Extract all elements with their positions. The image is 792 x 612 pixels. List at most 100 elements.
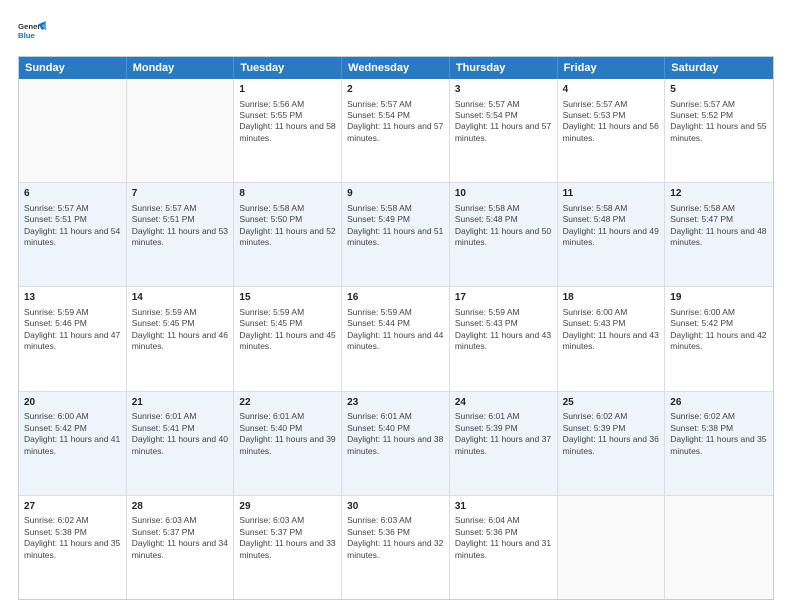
calendar-cell: 9 Sunrise: 5:58 AM Sunset: 5:49 PM Daylig… (342, 183, 450, 286)
calendar-header: SundayMondayTuesdayWednesdayThursdayFrid… (19, 57, 773, 79)
day-number: 10 (455, 187, 552, 201)
day-number: 16 (347, 291, 444, 305)
day-info: Sunrise: 6:02 AM Sunset: 5:38 PM Dayligh… (24, 515, 120, 559)
day-number: 12 (670, 187, 768, 201)
day-number: 5 (670, 83, 768, 97)
day-number: 15 (239, 291, 336, 305)
calendar-cell (19, 79, 127, 182)
day-info: Sunrise: 5:57 AM Sunset: 5:54 PM Dayligh… (455, 99, 551, 143)
day-number: 9 (347, 187, 444, 201)
calendar-cell: 4 Sunrise: 5:57 AM Sunset: 5:53 PM Daylig… (558, 79, 666, 182)
calendar-cell: 19Sunrise: 6:00 AM Sunset: 5:42 PM Dayli… (665, 287, 773, 390)
calendar-cell: 10 Sunrise: 5:58 AM Sunset: 5:48 PM Dayli… (450, 183, 558, 286)
logo: General Blue (18, 18, 46, 46)
day-info: Sunrise: 5:57 AM Sunset: 5:51 PM Dayligh… (132, 203, 228, 247)
day-info: Sunrise: 6:01 AM Sunset: 5:41 PM Dayligh… (132, 411, 228, 455)
day-number: 31 (455, 500, 552, 514)
day-number: 25 (563, 396, 660, 410)
calendar-cell: 23Sunrise: 6:01 AM Sunset: 5:40 PM Dayli… (342, 392, 450, 495)
calendar-cell: 6 Sunrise: 5:57 AM Sunset: 5:51 PM Daylig… (19, 183, 127, 286)
day-info: Sunrise: 6:00 AM Sunset: 5:43 PM Dayligh… (563, 307, 659, 351)
day-info: Sunrise: 6:00 AM Sunset: 5:42 PM Dayligh… (24, 411, 120, 455)
day-number: 30 (347, 500, 444, 514)
day-number: 22 (239, 396, 336, 410)
calendar-row: 20Sunrise: 6:00 AM Sunset: 5:42 PM Dayli… (19, 392, 773, 496)
weekday-header: Monday (127, 57, 235, 79)
day-number: 2 (347, 83, 444, 97)
calendar-cell: 21Sunrise: 6:01 AM Sunset: 5:41 PM Dayli… (127, 392, 235, 495)
day-info: Sunrise: 5:57 AM Sunset: 5:53 PM Dayligh… (563, 99, 659, 143)
day-number: 24 (455, 396, 552, 410)
day-info: Sunrise: 5:57 AM Sunset: 5:52 PM Dayligh… (670, 99, 766, 143)
day-number: 11 (563, 187, 660, 201)
calendar-body: 1Sunrise: 5:56 AM Sunset: 5:55 PM Daylig… (19, 79, 773, 599)
weekday-header: Sunday (19, 57, 127, 79)
day-number: 23 (347, 396, 444, 410)
day-number: 17 (455, 291, 552, 305)
svg-text:Blue: Blue (18, 31, 36, 40)
day-info: Sunrise: 6:01 AM Sunset: 5:40 PM Dayligh… (239, 411, 335, 455)
day-info: Sunrise: 6:00 AM Sunset: 5:42 PM Dayligh… (670, 307, 766, 351)
day-info: Sunrise: 6:02 AM Sunset: 5:39 PM Dayligh… (563, 411, 659, 455)
day-info: Sunrise: 5:59 AM Sunset: 5:45 PM Dayligh… (132, 307, 228, 351)
day-info: Sunrise: 6:04 AM Sunset: 5:36 PM Dayligh… (455, 515, 551, 559)
day-number: 13 (24, 291, 121, 305)
day-info: Sunrise: 5:59 AM Sunset: 5:43 PM Dayligh… (455, 307, 551, 351)
day-info: Sunrise: 6:03 AM Sunset: 5:36 PM Dayligh… (347, 515, 443, 559)
calendar: SundayMondayTuesdayWednesdayThursdayFrid… (18, 56, 774, 600)
calendar-cell: 18 Sunrise: 6:00 AM Sunset: 5:43 PM Dayli… (558, 287, 666, 390)
day-number: 26 (670, 396, 768, 410)
day-info: Sunrise: 6:01 AM Sunset: 5:39 PM Dayligh… (455, 411, 551, 455)
calendar-cell: 12 Sunrise: 5:58 AM Sunset: 5:47 PM Dayli… (665, 183, 773, 286)
day-info: Sunrise: 6:02 AM Sunset: 5:38 PM Dayligh… (670, 411, 766, 455)
calendar-cell (558, 496, 666, 599)
day-number: 29 (239, 500, 336, 514)
calendar-cell (127, 79, 235, 182)
day-info: Sunrise: 5:59 AM Sunset: 5:45 PM Dayligh… (239, 307, 335, 351)
day-info: Sunrise: 5:58 AM Sunset: 5:48 PM Dayligh… (455, 203, 551, 247)
day-info: Sunrise: 5:58 AM Sunset: 5:49 PM Dayligh… (347, 203, 443, 247)
calendar-cell: 7Sunrise: 5:57 AM Sunset: 5:51 PM Daylig… (127, 183, 235, 286)
calendar-cell: 2 Sunrise: 5:57 AM Sunset: 5:54 PM Daylig… (342, 79, 450, 182)
day-number: 27 (24, 500, 121, 514)
page: General Blue SundayMondayTuesdayWednesda… (0, 0, 792, 612)
day-number: 28 (132, 500, 229, 514)
day-info: Sunrise: 5:58 AM Sunset: 5:50 PM Dayligh… (239, 203, 335, 247)
calendar-cell: 14 Sunrise: 5:59 AM Sunset: 5:45 PM Dayli… (127, 287, 235, 390)
calendar-cell: 29Sunrise: 6:03 AM Sunset: 5:37 PM Dayli… (234, 496, 342, 599)
day-number: 6 (24, 187, 121, 201)
day-info: Sunrise: 6:01 AM Sunset: 5:40 PM Dayligh… (347, 411, 443, 455)
day-number: 20 (24, 396, 121, 410)
calendar-cell: 28Sunrise: 6:03 AM Sunset: 5:37 PM Dayli… (127, 496, 235, 599)
day-info: Sunrise: 6:03 AM Sunset: 5:37 PM Dayligh… (239, 515, 335, 559)
calendar-cell (665, 496, 773, 599)
weekday-header: Friday (558, 57, 666, 79)
calendar-row: 1Sunrise: 5:56 AM Sunset: 5:55 PM Daylig… (19, 79, 773, 183)
calendar-cell: 26Sunrise: 6:02 AM Sunset: 5:38 PM Dayli… (665, 392, 773, 495)
day-number: 21 (132, 396, 229, 410)
calendar-row: 27Sunrise: 6:02 AM Sunset: 5:38 PM Dayli… (19, 496, 773, 599)
calendar-row: 6 Sunrise: 5:57 AM Sunset: 5:51 PM Daylig… (19, 183, 773, 287)
day-number: 8 (239, 187, 336, 201)
day-info: Sunrise: 5:57 AM Sunset: 5:54 PM Dayligh… (347, 99, 443, 143)
day-number: 3 (455, 83, 552, 97)
day-number: 4 (563, 83, 660, 97)
day-number: 14 (132, 291, 229, 305)
day-info: Sunrise: 5:58 AM Sunset: 5:47 PM Dayligh… (670, 203, 766, 247)
day-number: 1 (239, 83, 336, 97)
day-number: 18 (563, 291, 660, 305)
day-info: Sunrise: 5:57 AM Sunset: 5:51 PM Dayligh… (24, 203, 120, 247)
calendar-cell: 3 Sunrise: 5:57 AM Sunset: 5:54 PM Daylig… (450, 79, 558, 182)
calendar-cell: 1Sunrise: 5:56 AM Sunset: 5:55 PM Daylig… (234, 79, 342, 182)
weekday-header: Wednesday (342, 57, 450, 79)
calendar-cell: 20Sunrise: 6:00 AM Sunset: 5:42 PM Dayli… (19, 392, 127, 495)
header: General Blue (18, 18, 774, 46)
weekday-header: Thursday (450, 57, 558, 79)
day-info: Sunrise: 5:58 AM Sunset: 5:48 PM Dayligh… (563, 203, 659, 247)
calendar-cell: 24Sunrise: 6:01 AM Sunset: 5:39 PM Dayli… (450, 392, 558, 495)
calendar-cell: 22Sunrise: 6:01 AM Sunset: 5:40 PM Dayli… (234, 392, 342, 495)
calendar-cell: 27Sunrise: 6:02 AM Sunset: 5:38 PM Dayli… (19, 496, 127, 599)
calendar-cell: 11 Sunrise: 5:58 AM Sunset: 5:48 PM Dayli… (558, 183, 666, 286)
calendar-cell: 5 Sunrise: 5:57 AM Sunset: 5:52 PM Daylig… (665, 79, 773, 182)
calendar-row: 13Sunrise: 5:59 AM Sunset: 5:46 PM Dayli… (19, 287, 773, 391)
